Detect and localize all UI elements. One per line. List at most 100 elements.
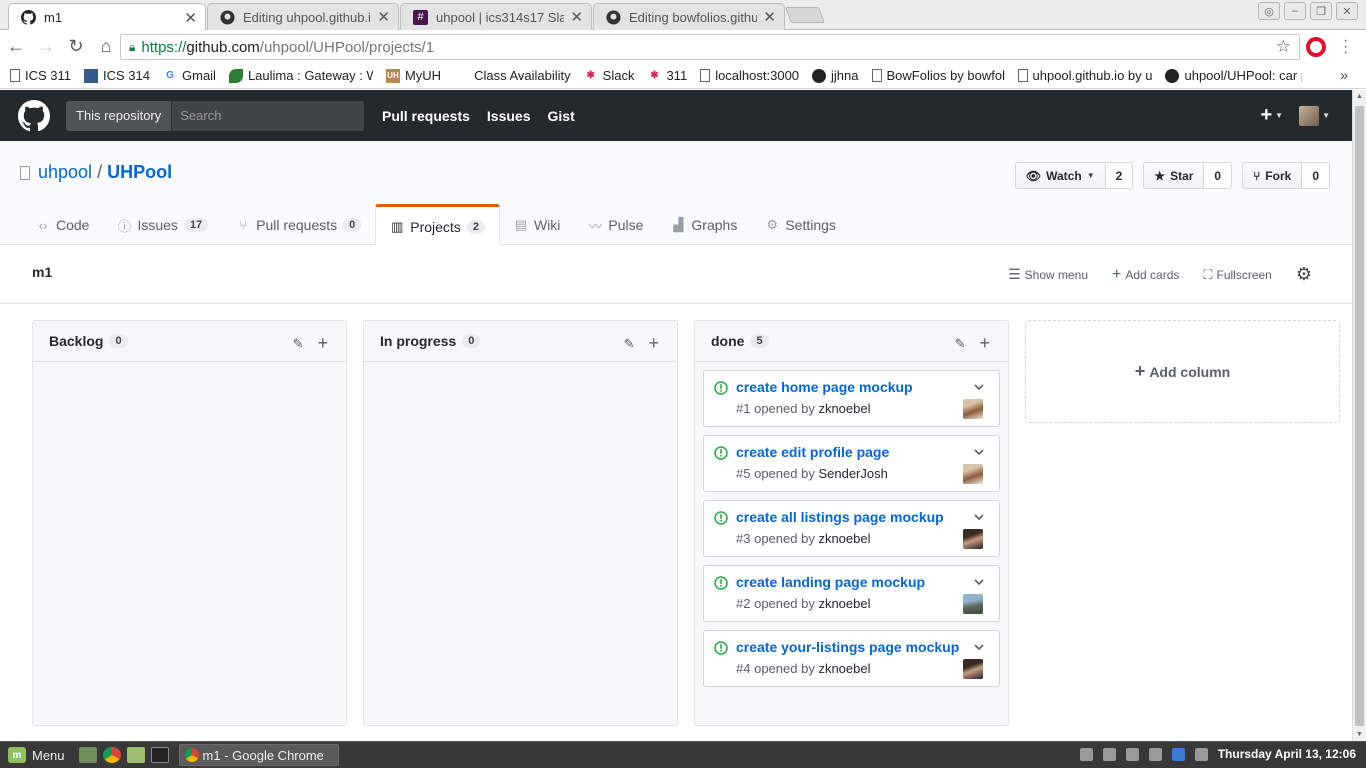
- reload-icon[interactable]: ↻: [62, 33, 90, 61]
- volume-icon[interactable]: [1125, 747, 1139, 761]
- tab-wiki[interactable]: ▤ Wiki: [500, 204, 574, 246]
- chevron-down-icon[interactable]: [973, 446, 985, 458]
- bookmark-uhpool-io[interactable]: uhpool.github.io by u: [1017, 68, 1152, 83]
- plus-icon[interactable]: +: [648, 333, 659, 354]
- issue-author-link[interactable]: SenderJosh: [818, 466, 887, 481]
- browser-tab-editing-uhpool[interactable]: Editing uhpool.github.io ✕: [207, 3, 399, 30]
- bookmarks-overflow-icon[interactable]: »: [1340, 67, 1348, 83]
- bookmark-311[interactable]: ✱ 311: [647, 68, 687, 83]
- terminal-icon[interactable]: [150, 747, 169, 763]
- close-icon[interactable]: ✕: [377, 8, 390, 26]
- star-button[interactable]: ★ Star: [1143, 162, 1205, 189]
- nav-gist[interactable]: Gist: [548, 108, 575, 124]
- shield-icon[interactable]: [1171, 747, 1185, 761]
- close-icon[interactable]: ✕: [570, 8, 583, 26]
- browser-tab-editing-bowfolios[interactable]: Editing bowfolios.github ✕: [593, 3, 785, 30]
- forward-arrow-icon[interactable]: →: [32, 33, 60, 61]
- fullscreen-button[interactable]: ⛶ Fullscreen: [1203, 267, 1271, 283]
- issue-card[interactable]: create your-listings page mockup #4 open…: [703, 630, 1000, 687]
- avatar[interactable]: [963, 464, 983, 484]
- home-icon[interactable]: ⌂: [92, 33, 120, 61]
- bookmark-slack[interactable]: ✱ Slack: [584, 68, 634, 83]
- close-icon[interactable]: ✕: [184, 9, 197, 27]
- issue-card[interactable]: create edit profile page #5 opened by Se…: [703, 435, 1000, 492]
- fork-count[interactable]: 0: [1302, 162, 1330, 189]
- taskbar-window-chrome[interactable]: m1 - Google Chrome: [178, 744, 339, 766]
- show-desktop-icon[interactable]: [78, 747, 97, 763]
- plus-icon[interactable]: +: [979, 333, 990, 354]
- issue-author-link[interactable]: zknoebel: [818, 401, 870, 416]
- bluetooth-icon[interactable]: [1194, 747, 1208, 761]
- minimize-icon[interactable]: –: [1284, 2, 1306, 20]
- issue-title-link[interactable]: create all listings page mockup: [736, 509, 944, 525]
- add-column-button[interactable]: + Add column: [1025, 320, 1340, 423]
- bookmark-ics311[interactable]: ICS 311: [10, 68, 71, 83]
- browser-tab-m1[interactable]: m1 ✕: [8, 3, 206, 31]
- tab-code[interactable]: ‹› Code: [22, 204, 103, 246]
- new-tab-button[interactable]: [785, 7, 825, 23]
- bookmark-localhost[interactable]: localhost:3000: [700, 68, 799, 83]
- chrome-icon[interactable]: [102, 747, 121, 763]
- issue-title-link[interactable]: create landing page mockup: [736, 574, 925, 590]
- nav-issues[interactable]: Issues: [487, 108, 531, 124]
- tab-pulse[interactable]: 〰 Pulse: [574, 204, 657, 246]
- page-scrollbar[interactable]: ▲ ▼: [1352, 90, 1366, 741]
- avatar[interactable]: [963, 594, 983, 614]
- user-profile-icon[interactable]: ◎: [1258, 2, 1280, 20]
- tab-settings[interactable]: ⚙ Settings: [751, 204, 850, 246]
- watch-count[interactable]: 2: [1105, 162, 1134, 189]
- issue-title-link[interactable]: create edit profile page: [736, 444, 889, 460]
- clock[interactable]: Thursday April 13, 12:06: [1218, 747, 1356, 761]
- bookmark-laulima[interactable]: Laulima : Gateway : W: [228, 68, 373, 83]
- issue-author-link[interactable]: zknoebel: [818, 531, 870, 546]
- user-icon[interactable]: [1079, 747, 1093, 761]
- fork-button[interactable]: ⑂ Fork: [1242, 162, 1303, 189]
- tab-graphs[interactable]: ▟ Graphs: [657, 204, 751, 246]
- start-menu-button[interactable]: m Menu: [0, 747, 73, 763]
- bookmark-gmail[interactable]: G Gmail: [163, 68, 216, 83]
- avatar[interactable]: [963, 659, 983, 679]
- back-arrow-icon[interactable]: ←: [2, 33, 30, 61]
- issue-author-link[interactable]: zknoebel: [818, 661, 870, 676]
- issue-title-link[interactable]: create your-listings page mockup: [736, 639, 959, 655]
- avatar[interactable]: [963, 399, 983, 419]
- github-logo-icon[interactable]: [18, 99, 50, 132]
- nav-pull-requests[interactable]: Pull requests: [382, 108, 470, 124]
- pencil-icon[interactable]: ✎: [955, 336, 966, 352]
- tab-pull-requests[interactable]: ⑂ Pull requests 0: [222, 204, 375, 246]
- repo-owner-link[interactable]: uhpool: [38, 162, 92, 183]
- star-count[interactable]: 0: [1204, 162, 1233, 189]
- issue-author-link[interactable]: zknoebel: [818, 596, 870, 611]
- issue-card[interactable]: create landing page mockup #2 opened by …: [703, 565, 1000, 622]
- close-window-icon[interactable]: ✕: [1336, 2, 1358, 20]
- issue-card[interactable]: create all listings page mockup #3 opene…: [703, 500, 1000, 557]
- chevron-down-icon[interactable]: [973, 576, 985, 588]
- create-new-button[interactable]: + ▼: [1260, 104, 1283, 127]
- bookmark-jjhna[interactable]: jjhna: [812, 68, 859, 83]
- bookmark-myuh[interactable]: UH MyUH: [385, 68, 441, 83]
- repo-name-link[interactable]: UHPool: [107, 162, 172, 183]
- tab-projects[interactable]: ▥ Projects 2: [375, 204, 500, 246]
- chevron-down-icon[interactable]: [973, 381, 985, 393]
- pencil-icon[interactable]: ✎: [293, 336, 304, 352]
- address-bar[interactable]: 🔒︎ https://github.com/uhpool/UHPool/proj…: [120, 34, 1300, 60]
- user-menu-button[interactable]: ▼: [1299, 105, 1330, 126]
- issue-title-link[interactable]: create home page mockup: [736, 379, 913, 395]
- maximize-icon[interactable]: ❐: [1310, 2, 1332, 20]
- add-cards-button[interactable]: + Add cards: [1112, 266, 1179, 284]
- chevron-down-icon[interactable]: [973, 511, 985, 523]
- scrollbar-thumb[interactable]: [1355, 106, 1364, 726]
- scroll-down-icon[interactable]: ▼: [1356, 731, 1363, 738]
- search-input[interactable]: [172, 100, 364, 131]
- wifi-icon[interactable]: [1102, 747, 1116, 761]
- bookmark-star-icon[interactable]: ☆: [1276, 37, 1291, 57]
- close-icon[interactable]: ✕: [763, 8, 776, 26]
- chrome-menu-icon[interactable]: · · ·: [1343, 33, 1348, 61]
- show-menu-button[interactable]: ☰ Show menu: [1008, 266, 1088, 283]
- folder-icon[interactable]: [126, 747, 145, 763]
- bookmark-uhpool-repo[interactable]: uhpool/UHPool: car p: [1165, 68, 1302, 83]
- watch-button[interactable]: 👁︎ Watch ▼: [1014, 162, 1106, 189]
- plus-icon[interactable]: +: [317, 333, 328, 354]
- tab-issues[interactable]: ⓘ Issues 17: [103, 204, 222, 246]
- browser-tab-slack[interactable]: # uhpool | ics314s17 Slack ✕: [400, 3, 592, 30]
